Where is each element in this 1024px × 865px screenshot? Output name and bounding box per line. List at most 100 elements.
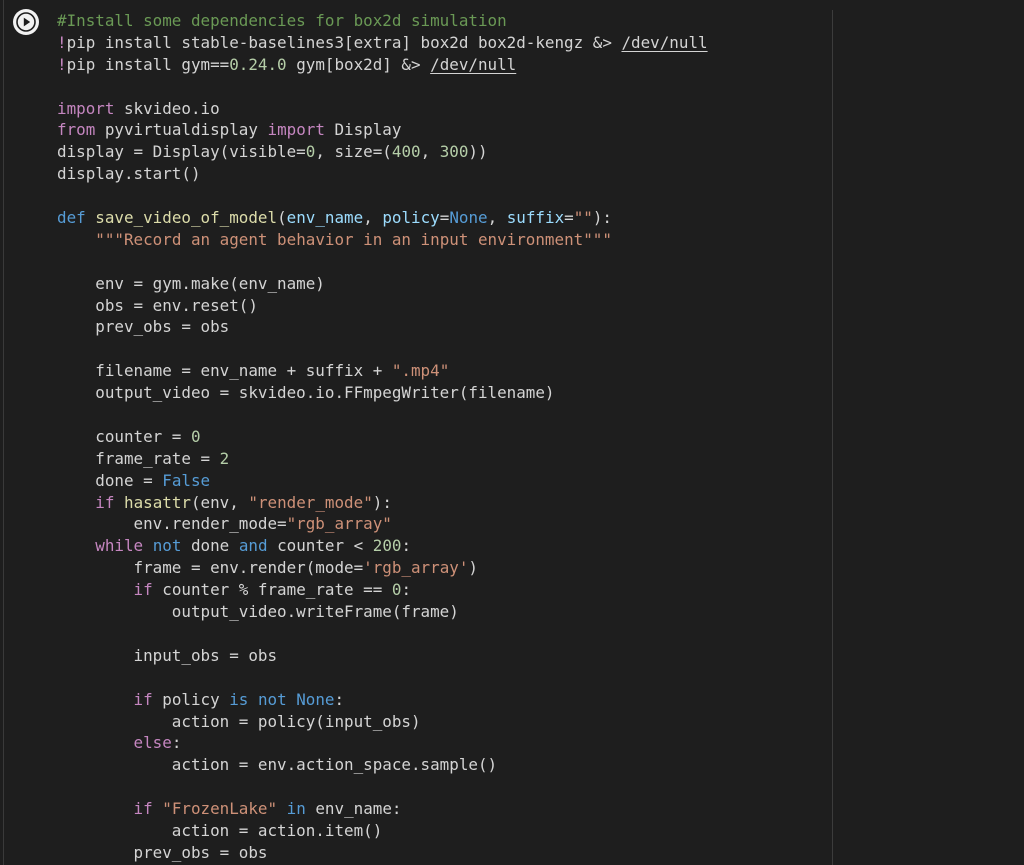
code-token: else xyxy=(133,733,172,753)
code-line: if policy is not None: xyxy=(57,689,708,711)
code-token: None xyxy=(449,208,488,228)
code-token: counter < xyxy=(267,536,373,556)
code-line: frame = env.render(mode='rgb_array') xyxy=(57,557,708,579)
code-token: : xyxy=(334,689,345,709)
code-line: def save_video_of_model(env_name, policy… xyxy=(57,207,708,229)
code-token: env_name xyxy=(286,208,364,228)
code-line: obs = env.reset() xyxy=(57,295,708,317)
code-token: action = policy(input_obs) xyxy=(57,711,421,731)
code-token: None xyxy=(296,689,335,709)
code-token: ) xyxy=(468,558,478,578)
notebook: #Install some dependencies for box2d sim… xyxy=(0,0,1024,865)
code-token: 300 xyxy=(439,142,469,162)
code-token: : xyxy=(401,536,412,556)
code-line: output_video.writeFrame(frame) xyxy=(57,601,708,623)
code-token: /dev/null xyxy=(621,32,708,52)
code-token: done xyxy=(181,536,239,556)
code-token: env = gym.make(env_name) xyxy=(57,273,325,293)
line-length-ruler xyxy=(832,10,833,865)
code-token: output_video.writeFrame(frame) xyxy=(57,602,459,622)
code-token: import xyxy=(57,98,115,118)
code-line: env = gym.make(env_name) xyxy=(57,273,708,295)
code-token: 200 xyxy=(372,536,402,556)
code-token: Display xyxy=(324,120,402,140)
code-token: while xyxy=(95,536,144,556)
code-line: input_obs = obs xyxy=(57,645,708,667)
code-token: and xyxy=(238,536,268,556)
code-token: "FrozenLake" xyxy=(162,799,278,819)
code-token: hasattr xyxy=(124,492,191,512)
code-token: ): xyxy=(372,492,392,512)
code-line: else: xyxy=(57,732,708,754)
code-token: from xyxy=(57,120,96,140)
code-token: policy xyxy=(382,208,440,228)
code-cell[interactable]: #Install some dependencies for box2d sim… xyxy=(0,0,1024,865)
code-token: 0 xyxy=(305,142,316,162)
code-token: action = env.action_space.sample() xyxy=(57,755,498,775)
code-line: ​ xyxy=(57,76,708,98)
code-token: (env, xyxy=(190,492,249,512)
code-token: save_video_of_model xyxy=(95,208,278,228)
code-line: if "FrozenLake" in env_name: xyxy=(57,798,708,820)
code-line: prev_obs = obs xyxy=(57,316,708,338)
code-token: env_name: xyxy=(305,799,402,819)
code-token: "render_mode" xyxy=(248,492,373,512)
code-token: display = Display(visible= xyxy=(57,142,306,162)
code-token: import xyxy=(267,120,325,140)
code-token: , xyxy=(363,208,383,228)
code-token: def xyxy=(57,208,86,228)
code-token: ! xyxy=(57,54,67,74)
code-token: pip install stable-baselines3[extra] box… xyxy=(66,32,622,52)
code-token: prev_obs = obs xyxy=(57,317,230,337)
code-token: : xyxy=(171,733,182,753)
code-token: = xyxy=(564,208,574,228)
code-line: action = env.action_space.sample() xyxy=(57,754,708,776)
code-token: suffix xyxy=(506,208,565,228)
code-line: """Record an agent behavior in an input … xyxy=(57,229,708,251)
code-token: pip install gym== xyxy=(66,54,230,74)
code-token: obs = env.reset() xyxy=(57,295,258,315)
run-cell-button[interactable] xyxy=(13,9,39,35)
code-line: action = action.item() xyxy=(57,820,708,842)
code-token: if xyxy=(133,689,153,709)
code-token: filename = env_name + suffix + xyxy=(57,361,392,381)
code-line: ​ xyxy=(57,623,708,645)
code-line: display.start() xyxy=(57,163,708,185)
code-line: if hasattr(env, "render_mode"): xyxy=(57,492,708,514)
code-token: ( xyxy=(277,208,287,228)
code-token: "rgb_array" xyxy=(286,514,392,534)
code-token: , size=( xyxy=(315,142,392,162)
code-token: counter = xyxy=(57,426,191,446)
code-line: !pip install stable-baselines3[extra] bo… xyxy=(57,32,708,54)
code-token: in xyxy=(286,799,306,819)
code-token: policy xyxy=(152,689,230,709)
code-line: ​ xyxy=(57,776,708,798)
code-line: from pyvirtualdisplay import Display xyxy=(57,119,708,141)
code-token: 'rgb_array' xyxy=(363,558,469,578)
code-token: input_obs = obs xyxy=(57,645,278,665)
code-token: False xyxy=(162,470,211,490)
code-token: /dev/null xyxy=(430,54,517,74)
code-line: frame_rate = 2 xyxy=(57,448,708,470)
code-editor[interactable]: #Install some dependencies for box2d sim… xyxy=(57,10,708,864)
code-token: ! xyxy=(57,32,67,52)
play-icon xyxy=(16,12,36,32)
code-token: output_video = skvideo.io.FFmpegWriter(f… xyxy=(57,383,555,403)
code-line: import skvideo.io xyxy=(57,98,708,120)
code-token: not xyxy=(257,689,287,709)
code-line: ​ xyxy=(57,404,708,426)
code-token: 400 xyxy=(391,142,421,162)
code-line: ​ xyxy=(57,185,708,207)
code-token: if xyxy=(133,799,153,819)
code-token: if xyxy=(95,492,115,512)
